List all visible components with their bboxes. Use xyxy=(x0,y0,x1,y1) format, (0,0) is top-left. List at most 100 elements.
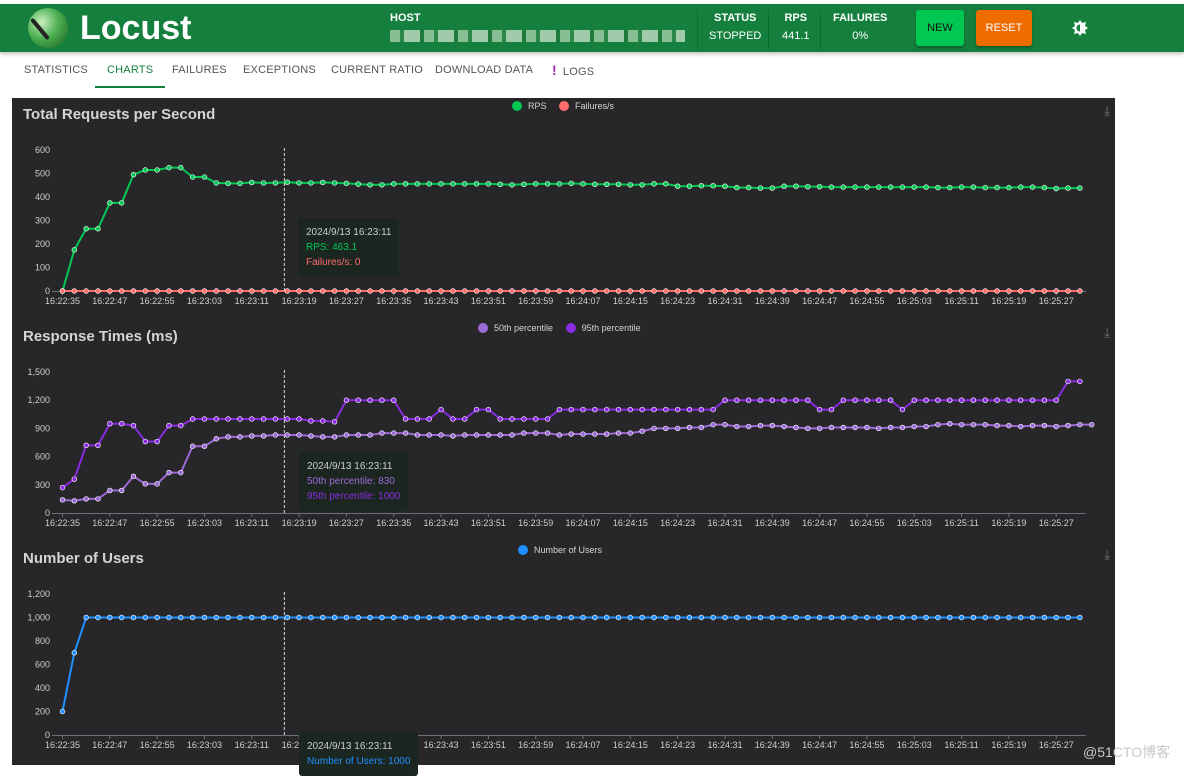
download-icon[interactable]: ⤓ xyxy=(1104,547,1110,563)
data-point xyxy=(781,423,787,430)
data-point xyxy=(107,200,113,206)
host-info: HOST xyxy=(390,12,685,45)
x-tick-label: 16:23:11 xyxy=(235,740,269,750)
tab-failures[interactable]: FAILURES xyxy=(160,56,239,86)
tab-logs[interactable]: ! LOGS xyxy=(540,56,606,86)
data-point xyxy=(532,614,539,621)
x-tick-label: 16:23:59 xyxy=(518,518,553,528)
legend-item-p50[interactable]: 50th percentile xyxy=(478,323,553,333)
data-point xyxy=(698,424,705,431)
legend-label: RPS xyxy=(528,101,547,111)
data-point xyxy=(592,288,598,294)
failures-info: FAILURES 0% xyxy=(833,12,887,42)
data-point xyxy=(816,183,823,190)
data-point xyxy=(722,183,728,189)
data-point xyxy=(509,416,515,422)
data-point xyxy=(1065,288,1071,294)
data-point xyxy=(651,406,657,413)
brightness-icon[interactable] xyxy=(1072,20,1088,36)
data-point xyxy=(710,288,716,294)
data-point xyxy=(71,288,78,294)
data-point xyxy=(189,443,196,449)
divider xyxy=(768,10,769,50)
data-point xyxy=(1077,421,1083,428)
y-tick-label: 400 xyxy=(35,683,50,693)
data-point xyxy=(355,614,361,621)
data-point xyxy=(864,184,870,190)
data-point xyxy=(899,288,906,294)
data-point xyxy=(1018,423,1024,430)
tab-current-ratio[interactable]: CURRENT RATIO xyxy=(319,56,435,86)
data-point xyxy=(1065,378,1071,385)
data-point xyxy=(757,288,764,294)
x-tick-label: 16:24:39 xyxy=(755,296,790,306)
x-tick-label: 16:24:47 xyxy=(802,518,837,528)
legend-item-p95[interactable]: 95th percentile xyxy=(565,323,641,333)
data-point xyxy=(166,288,172,294)
data-point xyxy=(308,180,314,186)
legend-item-users[interactable]: Number of Users xyxy=(518,545,602,555)
data-point xyxy=(296,180,302,186)
data-point xyxy=(521,416,527,422)
data-point xyxy=(698,614,705,621)
data-point xyxy=(1006,614,1012,621)
x-tick-label: 16:25:19 xyxy=(991,296,1026,306)
data-point xyxy=(864,288,870,294)
data-point xyxy=(923,184,929,190)
x-tick-label: 16:24:55 xyxy=(849,740,884,750)
x-tick-label: 16:23:43 xyxy=(424,740,459,750)
tab-charts[interactable]: CHARTS xyxy=(95,56,166,88)
data-point xyxy=(118,614,125,621)
data-point xyxy=(1077,185,1083,191)
x-tick-label: 16:25:03 xyxy=(897,518,932,528)
data-point xyxy=(805,425,811,432)
data-point xyxy=(639,182,645,188)
new-test-button[interactable]: NEW xyxy=(916,10,964,46)
x-tick-label: 16:24:47 xyxy=(802,296,837,306)
y-tick-label: 1,200 xyxy=(27,395,50,405)
data-point xyxy=(189,614,196,621)
data-point xyxy=(130,473,137,480)
data-point xyxy=(71,247,78,253)
data-point xyxy=(544,288,551,294)
data-point xyxy=(130,288,137,294)
tab-statistics[interactable]: STATISTICS xyxy=(12,56,100,86)
x-tick-label: 16:24:15 xyxy=(613,740,648,750)
download-icon[interactable]: ⤓ xyxy=(1104,325,1110,341)
data-point xyxy=(935,288,941,294)
tab-download-data[interactable]: DOWNLOAD DATA xyxy=(423,56,545,86)
data-point xyxy=(178,422,184,429)
legend-label: 95th percentile xyxy=(581,323,641,333)
x-tick-label: 16:24:31 xyxy=(707,296,742,306)
rps-info: RPS 441.1 xyxy=(782,12,810,42)
legend-item-rps[interactable]: RPS xyxy=(512,101,547,111)
data-point xyxy=(343,397,350,403)
data-point xyxy=(462,432,468,438)
download-icon[interactable]: ⤓ xyxy=(1104,103,1110,119)
legend-dot-icon xyxy=(518,545,528,555)
data-point xyxy=(958,614,965,621)
x-tick-label: 16:24:47 xyxy=(802,740,837,750)
data-point xyxy=(663,406,669,413)
data-point xyxy=(639,288,645,294)
y-tick-label: 1,000 xyxy=(27,613,50,623)
data-point xyxy=(462,288,468,294)
tab-exceptions[interactable]: EXCEPTIONS xyxy=(231,56,328,86)
legend-item-failures[interactable]: Failures/s xyxy=(559,101,614,111)
data-point xyxy=(402,181,409,187)
data-point xyxy=(911,184,917,190)
x-tick-label: 16:24:55 xyxy=(849,518,884,528)
data-point xyxy=(710,183,716,189)
x-tick-label: 16:23:51 xyxy=(471,296,506,306)
data-point xyxy=(674,288,681,294)
data-point xyxy=(935,421,941,428)
data-point xyxy=(296,614,302,621)
data-point xyxy=(1065,614,1071,621)
data-point xyxy=(260,614,267,621)
reset-button[interactable]: RESET xyxy=(976,10,1032,46)
data-point xyxy=(627,288,634,294)
rps-value: 441.1 xyxy=(782,30,810,42)
tooltip-time: 2024/9/13 16:23:11 xyxy=(306,227,392,238)
data-point xyxy=(343,614,350,621)
data-point xyxy=(284,432,290,438)
